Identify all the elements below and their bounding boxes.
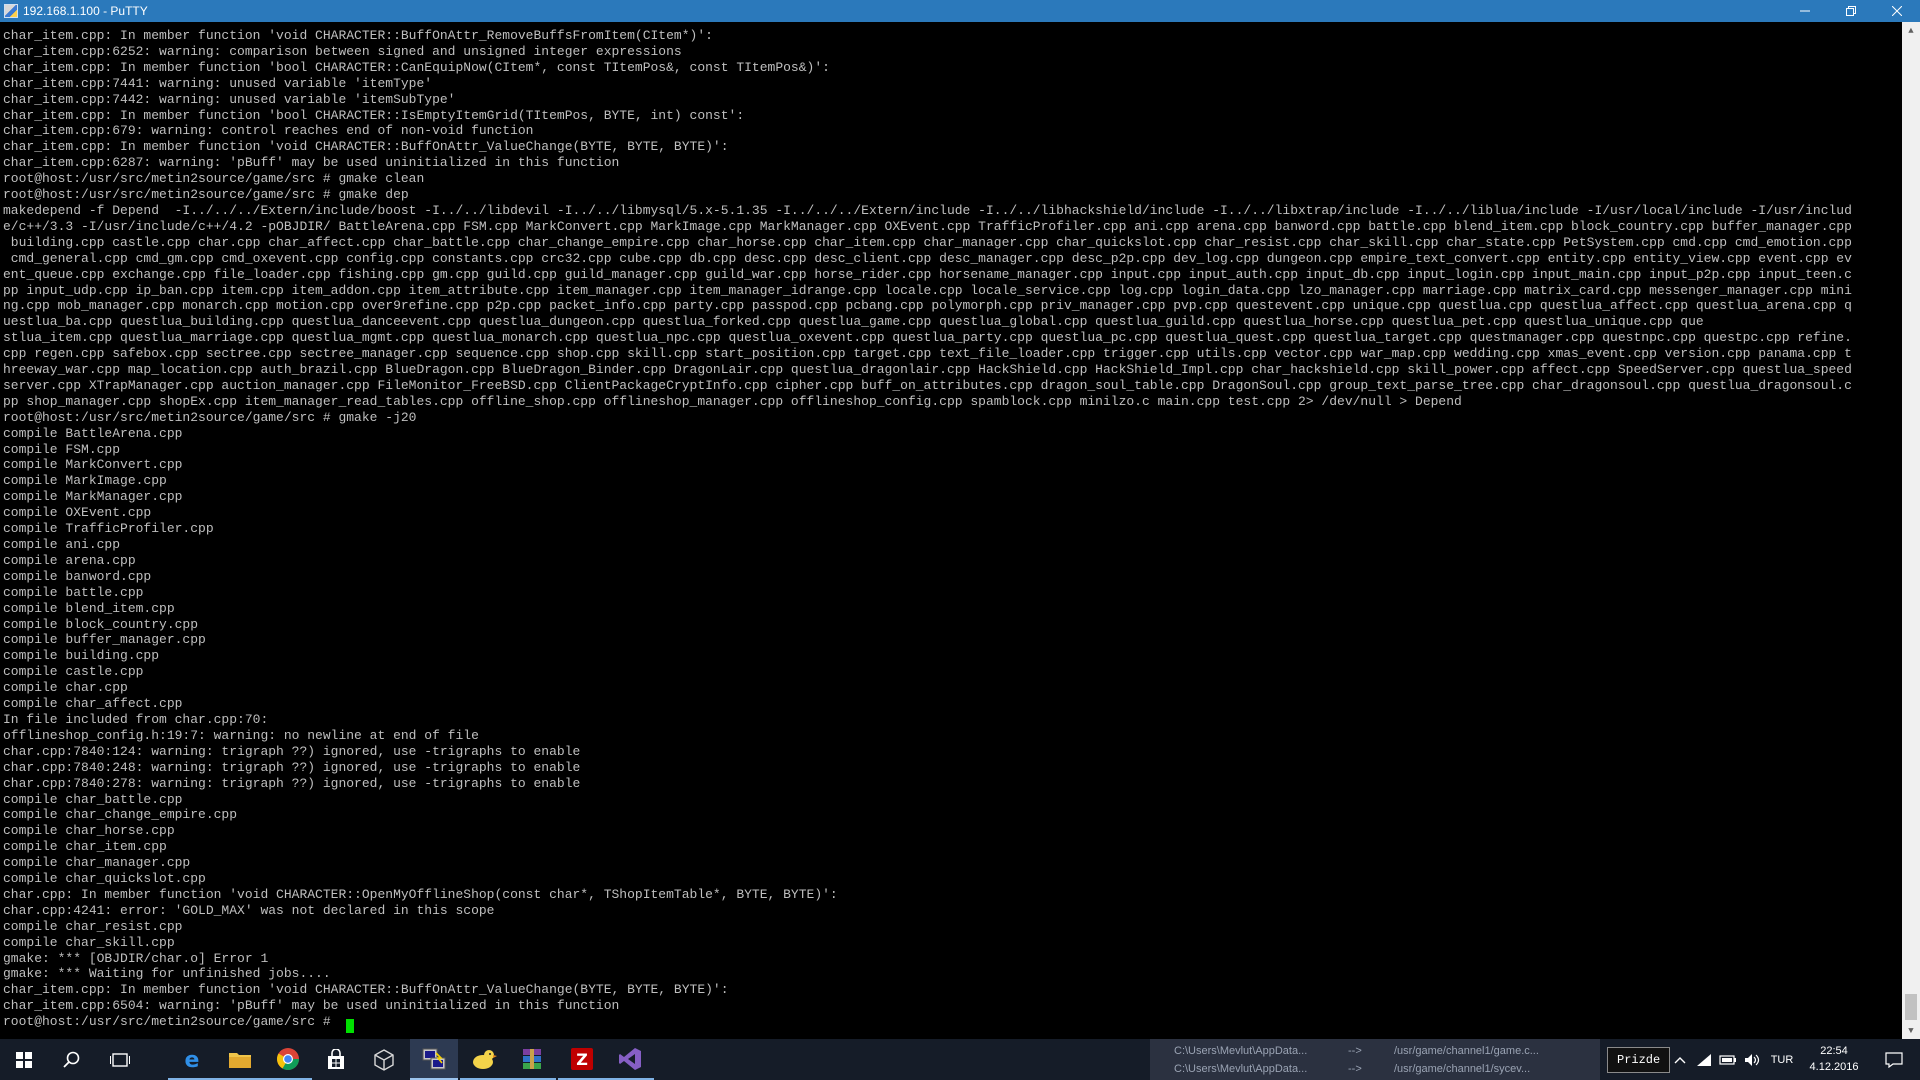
minimize-icon (1800, 10, 1810, 12)
tooltip: Prizde (1607, 1047, 1671, 1073)
preview-arrow: --> (1348, 1063, 1362, 1075)
visual-studio-icon (619, 1047, 641, 1070)
clock-time: 22:54 (1820, 1045, 1848, 1057)
scroll-down-arrow-icon[interactable]: ▼ (1902, 1022, 1920, 1039)
taskbar-store[interactable] (312, 1039, 360, 1080)
putty-icon[interactable] (4, 4, 18, 18)
network-button[interactable] (1694, 1039, 1714, 1080)
notification-icon (1885, 1051, 1903, 1068)
preview-path: /usr/game/channel1/game.c... (1394, 1045, 1539, 1057)
battery-icon (1719, 1054, 1736, 1065)
terminal-output[interactable]: char_item.cpp: In member function 'void … (0, 22, 1902, 1039)
store-icon (328, 1048, 344, 1069)
scroll-up-arrow-icon[interactable]: ▲ (1902, 22, 1920, 39)
chevron-up-icon (1674, 1056, 1686, 1063)
search-icon (63, 1051, 80, 1068)
action-center-button[interactable] (1874, 1039, 1914, 1080)
taskbar-clock[interactable]: 22:54 4.12.2016 (1800, 1039, 1868, 1080)
chrome-icon (277, 1047, 299, 1070)
taskbar-edge[interactable]: e (168, 1039, 216, 1080)
speaker-icon (1745, 1053, 1760, 1066)
cube-icon (374, 1048, 394, 1071)
tray-overflow-button[interactable] (1670, 1039, 1690, 1080)
clock-date: 4.12.2016 (1809, 1061, 1859, 1073)
title-bar[interactable]: 192.168.1.100 - PuTTY (0, 0, 1920, 22)
preview-path: C:\Users\Mevlut\AppData... (1174, 1063, 1308, 1075)
taskbar-filezilla[interactable]: Z (558, 1039, 606, 1080)
preview-arrow: --> (1348, 1045, 1362, 1057)
minimize-button[interactable] (1782, 0, 1828, 22)
battery-button[interactable] (1718, 1039, 1738, 1080)
scroll-thumb[interactable] (1905, 994, 1917, 1020)
wifi-icon (1697, 1053, 1711, 1066)
window-title: 192.168.1.100 - PuTTY (23, 4, 148, 18)
terminal-cursor (346, 1019, 354, 1033)
preview-path: C:\Users\Mevlut\AppData... (1174, 1045, 1308, 1057)
filezilla-icon: Z (571, 1047, 593, 1070)
close-icon (1892, 6, 1902, 16)
preview-path: /usr/game/channel1/sycev... (1394, 1063, 1531, 1075)
vertical-scrollbar[interactable]: ▲ ▼ (1902, 22, 1920, 1039)
svg-text:e: e (185, 1048, 200, 1071)
putty-icon (422, 1048, 446, 1069)
taskbar-duck-app[interactable] (460, 1039, 508, 1080)
taskbar-visual-studio[interactable] (606, 1039, 654, 1080)
edge-icon: e (185, 1048, 200, 1071)
start-button[interactable] (0, 1039, 48, 1080)
taskbar-cube-app[interactable] (360, 1039, 408, 1080)
duck-app-icon (473, 1049, 497, 1069)
terminal-text: char_item.cpp: In member function 'void … (3, 28, 1852, 1030)
taskbar-chrome[interactable] (264, 1039, 312, 1080)
start-icon (16, 1051, 32, 1068)
restore-icon (1846, 6, 1856, 16)
winrar-icon (523, 1048, 541, 1069)
restore-button[interactable] (1828, 0, 1874, 22)
taskbar-putty[interactable] (410, 1039, 458, 1080)
svg-text:Z: Z (576, 1050, 588, 1069)
volume-button[interactable] (1742, 1039, 1762, 1080)
background-window-preview: C:\Users\Mevlut\AppData... --> /usr/game… (1150, 1039, 1600, 1080)
close-button[interactable] (1874, 0, 1920, 22)
language-indicator[interactable]: TUR (1766, 1039, 1798, 1080)
taskbar-winrar[interactable] (508, 1039, 556, 1080)
task-view-button[interactable] (96, 1039, 144, 1080)
taskbar-file-explorer[interactable] (216, 1039, 264, 1080)
task-view-icon (110, 1052, 130, 1067)
search-button[interactable] (48, 1039, 96, 1080)
file-explorer-icon (229, 1052, 251, 1068)
